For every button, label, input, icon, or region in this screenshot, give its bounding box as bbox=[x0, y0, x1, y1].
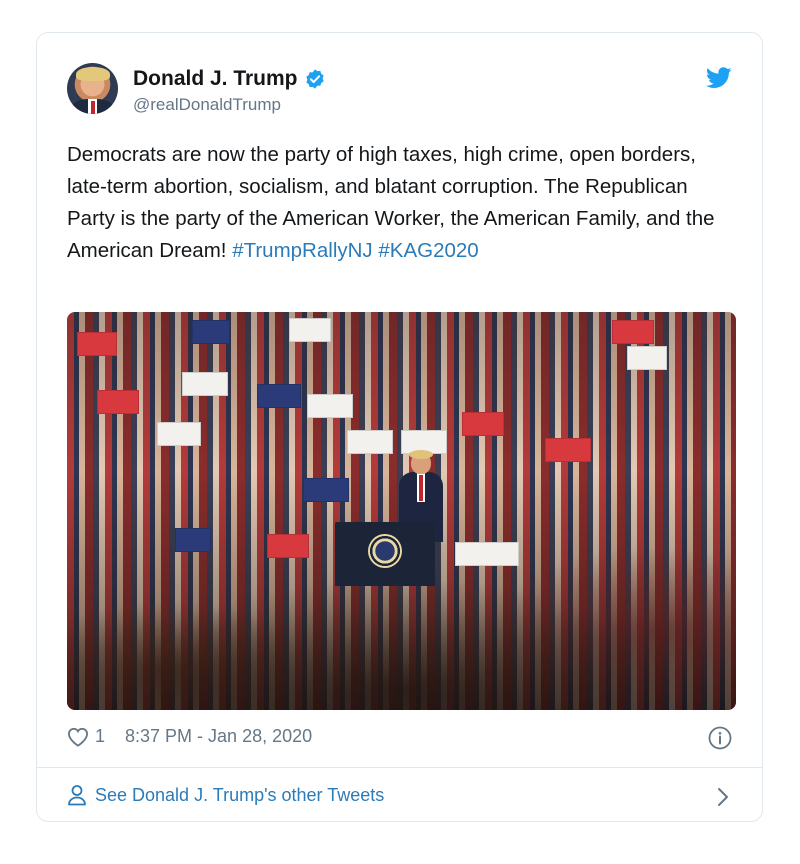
verified-badge-icon bbox=[305, 69, 324, 89]
see-other-tweets-link[interactable]: See Donald J. Trump's other Tweets bbox=[67, 784, 384, 806]
avatar-hair bbox=[76, 67, 110, 81]
tweet-text: Democrats are now the party of high taxe… bbox=[67, 139, 727, 267]
tweet-card: Donald J. Trump @realDonaldTrump Democra… bbox=[36, 32, 763, 822]
rally-sign bbox=[175, 528, 211, 552]
heart-icon[interactable] bbox=[67, 727, 89, 747]
rally-sign bbox=[612, 320, 654, 344]
rally-sign bbox=[455, 542, 519, 566]
rally-sign bbox=[267, 534, 309, 558]
author-handle[interactable]: @realDonaldTrump bbox=[133, 95, 281, 115]
see-other-tweets-label[interactable]: See Donald J. Trump's other Tweets bbox=[95, 785, 384, 806]
hashtag-trumprallynj[interactable]: #TrumpRallyNJ bbox=[232, 239, 373, 262]
footer-divider bbox=[37, 767, 762, 768]
podium bbox=[335, 522, 435, 586]
speaker-hair bbox=[409, 450, 433, 459]
rally-sign bbox=[545, 438, 591, 462]
speaker-tie bbox=[419, 475, 423, 501]
info-icon[interactable] bbox=[708, 726, 732, 750]
rally-sign bbox=[157, 422, 201, 446]
tweet-timestamp[interactable]: 8:37 PM - Jan 28, 2020 bbox=[125, 726, 312, 747]
rally-sign bbox=[192, 320, 230, 344]
rally-sign bbox=[462, 412, 504, 436]
hashtag-kag2020[interactable]: #KAG2020 bbox=[378, 239, 478, 262]
twitter-bird-icon[interactable] bbox=[706, 67, 732, 89]
presidential-seal-icon bbox=[368, 534, 402, 568]
chevron-right-icon[interactable] bbox=[716, 787, 730, 807]
rally-sign bbox=[627, 346, 667, 370]
author-name-row[interactable]: Donald J. Trump bbox=[133, 67, 326, 91]
rally-sign bbox=[303, 478, 349, 502]
avatar-tie bbox=[90, 101, 95, 114]
tweet-meta-row: 1 8:37 PM - Jan 28, 2020 bbox=[67, 726, 312, 747]
rally-sign bbox=[347, 430, 393, 454]
author-avatar[interactable] bbox=[67, 63, 118, 114]
rally-sign bbox=[77, 332, 117, 356]
rally-sign bbox=[97, 390, 139, 414]
author-name[interactable]: Donald J. Trump bbox=[133, 67, 298, 91]
person-icon bbox=[68, 785, 86, 806]
rally-sign bbox=[182, 372, 228, 396]
like-count[interactable]: 1 bbox=[95, 726, 105, 747]
rally-sign bbox=[289, 318, 331, 342]
rally-sign bbox=[257, 384, 301, 408]
tweet-photo[interactable] bbox=[67, 312, 736, 710]
rally-sign bbox=[307, 394, 353, 418]
